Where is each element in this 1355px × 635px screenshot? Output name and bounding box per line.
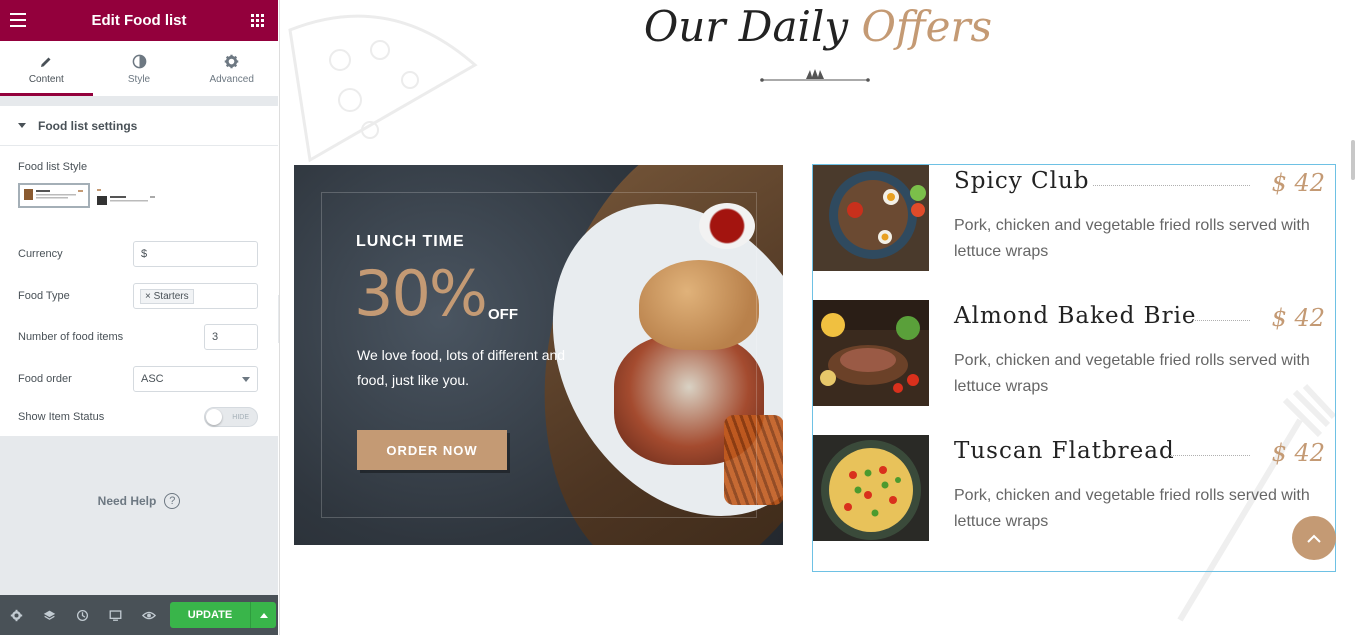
food-type-select[interactable]: × Starters (133, 283, 258, 309)
currency-input[interactable]: $ (133, 241, 258, 267)
style-label: Food list Style (18, 161, 88, 173)
food-item: Almond Baked Brie $ 42 Pork, chicken and… (813, 300, 1335, 406)
food-type-tag-label: Starters (153, 290, 189, 302)
layers-icon[interactable] (33, 595, 66, 635)
tab-style[interactable]: Style (93, 41, 186, 96)
food-price: $ 42 (1271, 439, 1325, 467)
dotted-leader (1170, 455, 1250, 456)
widgets-grid-icon[interactable] (251, 14, 264, 27)
status-label: Show Item Status (18, 411, 105, 423)
hamburger-menu-icon[interactable] (10, 13, 26, 27)
section-body: Food list Style Currency $ Food Type × S… (0, 146, 278, 436)
half-circle-icon (132, 53, 147, 71)
editor-panel: Edit Food list Content Style Advanced Fo… (0, 0, 278, 635)
banner-off: OFF (488, 306, 518, 323)
food-name: Almond Baked Brie (954, 303, 1197, 329)
food-description: Pork, chicken and vegetable fried rolls … (954, 352, 1310, 395)
order-now-button[interactable]: ORDER NOW (357, 430, 507, 470)
order-value: ASC (141, 373, 164, 385)
heading-main: Our Daily (643, 2, 862, 51)
order-label: Food order (18, 373, 72, 385)
food-name: Spicy Club (954, 168, 1090, 194)
currency-label: Currency (18, 248, 63, 260)
section-heading: Our Daily Offers (280, 2, 1355, 51)
food-description: Pork, chicken and vegetable fried rolls … (954, 217, 1310, 260)
tab-advanced[interactable]: Advanced (185, 41, 278, 96)
currency-row: Currency $ (18, 241, 258, 267)
tab-advanced-label: Advanced (209, 73, 254, 85)
caret-up-icon (259, 612, 268, 618)
heading-accent: Offers (861, 2, 993, 51)
food-list-settings-section: Food list settings Food list Style Curre… (0, 106, 278, 436)
number-row: Number of food items 3 (18, 324, 258, 350)
page-scrollbar[interactable] (1351, 140, 1355, 180)
panel-title: Edit Food list (91, 12, 187, 29)
dotted-leader (1093, 185, 1250, 186)
order-select[interactable]: ASC (133, 366, 258, 392)
banner-percent: 30% (354, 257, 488, 330)
food-image-tuscan-flatbread (813, 435, 929, 541)
toggle-knob (206, 409, 222, 425)
responsive-monitor-icon[interactable] (99, 595, 132, 635)
food-type-label: Food Type (18, 290, 70, 302)
panel-footer: UPDATE (0, 595, 278, 635)
panel-header: Edit Food list (0, 0, 278, 41)
number-label: Number of food items (18, 331, 124, 343)
food-name: Tuscan Flatbread (954, 438, 1175, 464)
food-image-almond-baked-brie (813, 300, 929, 406)
gear-icon (224, 53, 239, 71)
section-title: Food list settings (38, 118, 138, 133)
promo-banner: LUNCH TIME 30% OFF We love food, lots of… (294, 165, 783, 545)
preview-eye-icon[interactable] (132, 595, 165, 635)
question-icon: ? (164, 493, 181, 509)
dotted-leader (1193, 320, 1250, 321)
need-help-label: Need Help (97, 494, 157, 508)
tab-content-label: Content (28, 73, 64, 85)
food-price: $ 42 (1271, 304, 1325, 332)
status-row: Show Item Status HIDE (18, 404, 258, 430)
chevron-down-icon (242, 376, 250, 382)
chevron-up-icon (1307, 534, 1321, 543)
food-type-tag: × Starters (140, 288, 194, 304)
number-input[interactable]: 3 (204, 324, 258, 350)
history-icon[interactable] (66, 595, 99, 635)
pencil-icon (39, 53, 53, 71)
ornament-divider-icon (760, 69, 870, 82)
food-item: Spicy Club $ 42 Pork, chicken and vegeta… (813, 165, 1335, 271)
tag-remove-icon[interactable]: × (145, 291, 151, 302)
panel-tabs: Content Style Advanced (0, 41, 278, 96)
page-preview: Our Daily Offers LUNCH TIME 30% OFF We l… (279, 0, 1355, 635)
caret-down-icon (18, 123, 26, 128)
banner-eyebrow: LUNCH TIME (356, 233, 465, 250)
food-image-spicy-club (813, 165, 929, 271)
tab-style-label: Style (127, 73, 151, 85)
back-to-top-button[interactable] (1292, 516, 1336, 560)
food-description: Pork, chicken and vegetable fried rolls … (954, 487, 1310, 530)
style-option-1[interactable] (18, 183, 90, 208)
update-options-button[interactable] (250, 602, 276, 628)
food-item: Tuscan Flatbread $ 42 Pork, chicken and … (813, 435, 1335, 541)
food-type-row: Food Type × Starters (18, 283, 258, 309)
status-toggle[interactable]: HIDE (204, 407, 258, 427)
banner-description: We love food, lots of different and food… (357, 347, 566, 388)
toggle-text: HIDE (232, 413, 249, 421)
food-price: $ 42 (1271, 169, 1325, 197)
section-toggle[interactable]: Food list settings (0, 106, 278, 146)
order-row: Food order ASC (18, 366, 258, 392)
update-button[interactable]: UPDATE (170, 602, 250, 628)
need-help-link[interactable]: Need Help ? (0, 493, 278, 509)
settings-gear-icon[interactable] (0, 595, 33, 635)
tab-content[interactable]: Content (0, 41, 93, 96)
style-option-2[interactable] (93, 183, 165, 208)
food-list: Spicy Club $ 42 Pork, chicken and vegeta… (812, 164, 1336, 572)
